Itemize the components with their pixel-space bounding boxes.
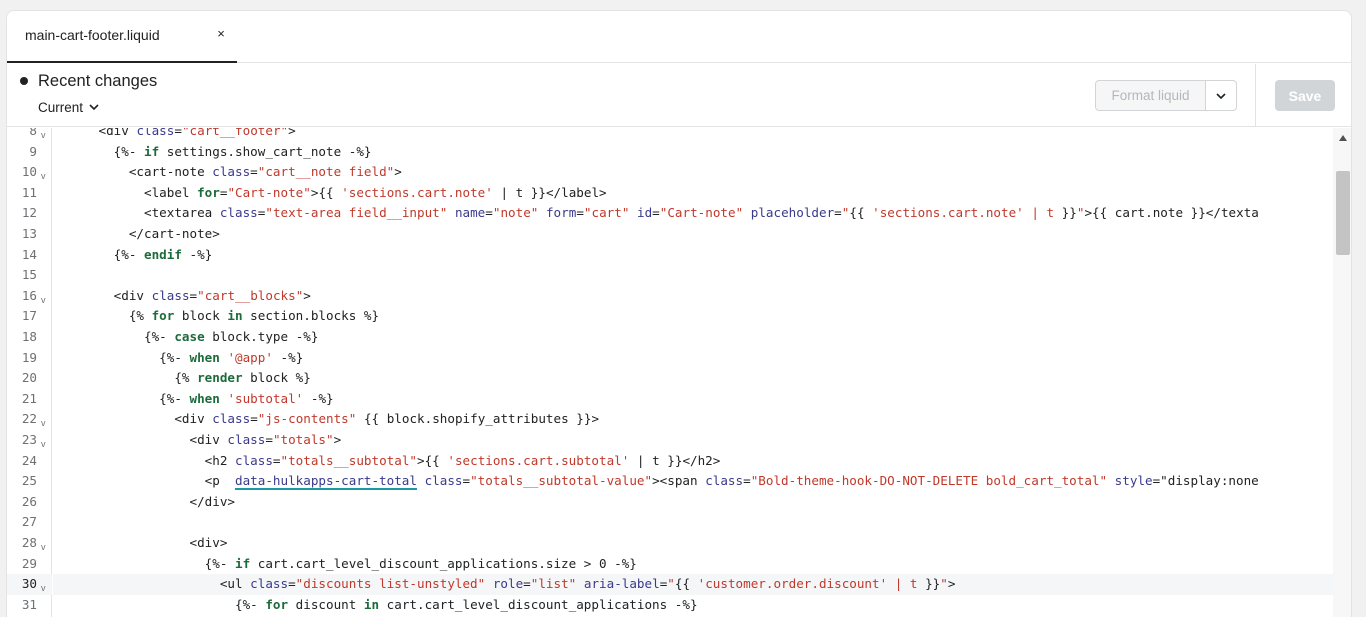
chevron-down-icon bbox=[1216, 87, 1226, 105]
format-liquid-button[interactable]: Format liquid bbox=[1096, 81, 1206, 110]
line-number: 24 bbox=[21, 452, 37, 468]
recent-changes-title: Recent changes bbox=[38, 72, 158, 90]
line-number: 23 bbox=[21, 432, 37, 447]
code-area[interactable]: <div class="cart__footer"> {%- if settin… bbox=[53, 128, 1333, 617]
code-line[interactable]: <div class="js-contents" {{ block.shopif… bbox=[53, 409, 1333, 430]
scrollbar-thumb[interactable] bbox=[1336, 171, 1350, 255]
format-options-button[interactable] bbox=[1206, 81, 1236, 110]
chevron-down-icon bbox=[89, 104, 99, 111]
line-number: 15 bbox=[21, 267, 37, 283]
fold-chevron-icon[interactable]: v bbox=[41, 166, 46, 187]
line-number: 8 bbox=[29, 128, 37, 138]
code-line[interactable]: </div> bbox=[53, 492, 1333, 513]
code-line[interactable]: <cart-note class="cart__note field"> bbox=[53, 162, 1333, 183]
code-line[interactable]: {%- for discount in cart.cart_level_disc… bbox=[53, 595, 1333, 616]
line-number: 16 bbox=[21, 287, 37, 303]
code-line[interactable]: {% render block %} bbox=[53, 368, 1333, 389]
file-tab-bar: main-cart-footer.liquid × bbox=[7, 11, 1351, 63]
line-number: 13 bbox=[21, 226, 37, 241]
line-number: 28 bbox=[21, 535, 37, 550]
fold-chevron-icon[interactable]: v bbox=[41, 578, 46, 599]
code-line[interactable] bbox=[53, 512, 1333, 533]
code-line[interactable]: <label for="Cart-note">{{ 'sections.cart… bbox=[53, 183, 1333, 204]
line-number: 21 bbox=[21, 390, 37, 406]
file-tab[interactable]: main-cart-footer.liquid × bbox=[7, 11, 237, 63]
line-number: 27 bbox=[21, 514, 37, 530]
code-line[interactable] bbox=[53, 265, 1333, 286]
fold-chevron-icon[interactable]: v bbox=[41, 434, 46, 455]
toolbar-divider bbox=[1255, 64, 1256, 127]
line-number: 11 bbox=[21, 184, 37, 200]
code-line[interactable]: <div class="cart__footer"> bbox=[53, 128, 1333, 142]
code-line[interactable]: {%- case block.type -%} bbox=[53, 327, 1333, 348]
line-number: 12 bbox=[21, 205, 37, 221]
code-line[interactable]: {%- when '@app' -%} bbox=[53, 348, 1333, 369]
fold-chevron-icon[interactable]: v bbox=[41, 537, 46, 558]
code-line[interactable]: <div class="totals"> bbox=[53, 430, 1333, 451]
code-line[interactable]: {%- if cart.cart_level_discount_applicat… bbox=[53, 554, 1333, 575]
code-line[interactable]: <ul class="discounts list-unstyled" role… bbox=[53, 574, 1333, 595]
line-number: 17 bbox=[21, 308, 37, 324]
code-line[interactable]: </cart-note> bbox=[53, 224, 1333, 245]
code-line[interactable]: {%- endif -%} bbox=[53, 245, 1333, 266]
line-number: 25 bbox=[21, 473, 37, 489]
line-number: 18 bbox=[21, 329, 37, 344]
file-tab-label: main-cart-footer.liquid bbox=[25, 27, 160, 43]
save-button[interactable]: Save bbox=[1275, 80, 1335, 111]
line-number: 30 bbox=[21, 576, 37, 592]
line-number: 26 bbox=[21, 493, 37, 509]
editor-toolbar: Recent changes Current Format liquid Sav… bbox=[7, 64, 1351, 127]
code-line[interactable]: {%- when 'subtotal' -%} bbox=[53, 389, 1333, 410]
scroll-up-arrow-icon[interactable] bbox=[1339, 135, 1347, 141]
line-number: 29 bbox=[21, 555, 37, 571]
code-line[interactable]: <p data-hulkapps-cart-total class="total… bbox=[53, 471, 1333, 492]
code-editor[interactable]: 8 v 9 10 v 11 12 13 14 15 16 v 17 18 19 20 21 22 v 23 v 24 25 2… bbox=[7, 128, 1351, 617]
line-number: 22 bbox=[21, 411, 37, 427]
close-icon[interactable]: × bbox=[213, 26, 229, 42]
code-line[interactable]: <div class="cart__blocks"> bbox=[53, 286, 1333, 307]
code-line[interactable]: <div> bbox=[53, 533, 1333, 554]
line-number: 31 bbox=[21, 596, 37, 612]
fold-chevron-icon[interactable]: v bbox=[41, 290, 46, 311]
code-editor-panel: main-cart-footer.liquid × Recent changes… bbox=[6, 10, 1352, 617]
version-select[interactable]: Current bbox=[38, 100, 99, 115]
code-line[interactable]: {%- if settings.show_cart_note -%} bbox=[53, 142, 1333, 163]
line-number: 19 bbox=[21, 349, 37, 365]
fold-chevron-icon[interactable]: v bbox=[41, 413, 46, 434]
vertical-scrollbar[interactable] bbox=[1333, 128, 1351, 617]
line-number: 20 bbox=[21, 370, 37, 386]
line-number: 14 bbox=[21, 246, 37, 262]
code-line[interactable]: {% for block in section.blocks %} bbox=[53, 306, 1333, 327]
code-line[interactable]: <h2 class="totals__subtotal">{{ 'section… bbox=[53, 451, 1333, 472]
code-line[interactable]: <textarea class="text-area field__input"… bbox=[53, 203, 1333, 224]
line-number: 9 bbox=[29, 143, 37, 159]
version-select-label: Current bbox=[38, 100, 84, 115]
line-number-gutter: 8 v 9 10 v 11 12 13 14 15 16 v 17 18 19 20 21 22 v 23 v 24 25 2… bbox=[7, 128, 52, 617]
unsaved-dot-icon bbox=[20, 77, 28, 85]
line-number: 10 bbox=[21, 164, 37, 180]
format-liquid-group: Format liquid bbox=[1095, 80, 1237, 111]
fold-chevron-icon[interactable]: v bbox=[41, 128, 46, 146]
